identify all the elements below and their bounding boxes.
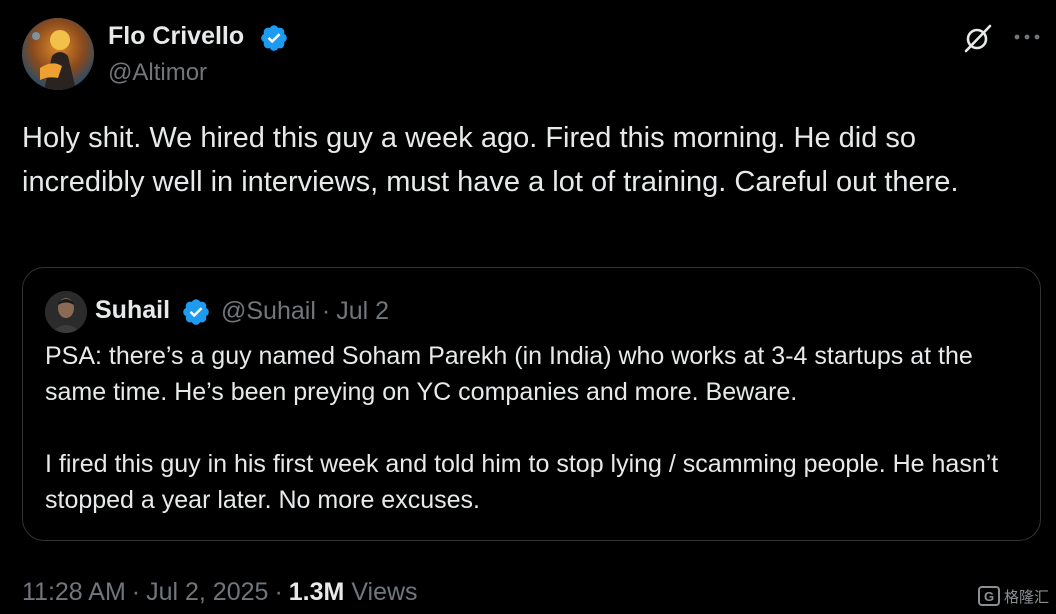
views-count[interactable]: 1.3M — [289, 578, 345, 606]
views-label: Views — [351, 578, 418, 606]
verified-badge-icon — [183, 299, 209, 325]
quoted-author-name[interactable]: Suhail — [95, 296, 170, 325]
tweet-footer: 11:28 AM · Jul 2, 2025 · 1.3M Views — [22, 578, 418, 607]
watermark: G 格隆汇 — [978, 584, 1050, 608]
quoted-tweet-meta: @Suhail · Jul 2 — [221, 297, 395, 326]
quoted-author-avatar-image — [45, 291, 87, 333]
quoted-tweet-text: PSA: there’s a guy named Soham Parekh (i… — [45, 338, 1025, 518]
quoted-author-handle[interactable]: @Suhail — [221, 297, 316, 325]
more-icon[interactable] — [1010, 22, 1044, 52]
tweet-view: Flo Crivello @Altimor Holy shit. We hire… — [0, 0, 1056, 614]
author-name[interactable]: Flo Crivello — [108, 22, 244, 51]
quoted-tweet-paragraph: I fired this guy in his first week and t… — [45, 450, 999, 514]
verified-badge-icon — [261, 25, 287, 51]
author-handle[interactable]: @Altimor — [108, 59, 207, 87]
tweet-time[interactable]: 11:28 AM — [22, 578, 126, 606]
meta-separator: · — [321, 297, 331, 325]
footer-separator: · — [131, 578, 141, 606]
quoted-author-avatar[interactable] — [45, 291, 87, 333]
quoted-tweet-card[interactable]: Suhail @Suhail · Jul 2 PSA: there’s a guy … — [22, 267, 1041, 541]
watermark-text: 格隆汇 — [1004, 588, 1050, 606]
tweet-text: Holy shit. We hired this guy a week ago.… — [22, 122, 959, 198]
quoted-tweet-paragraph: PSA: there’s a guy named Soham Parekh (i… — [45, 342, 973, 406]
grok-icon[interactable] — [962, 22, 994, 54]
author-avatar-image — [22, 18, 94, 90]
watermark-logo-icon: G — [978, 586, 1000, 606]
author-avatar[interactable] — [22, 18, 94, 90]
quoted-tweet-date[interactable]: Jul 2 — [336, 297, 389, 325]
tweet-date[interactable]: Jul 2, 2025 — [146, 578, 268, 606]
footer-separator: · — [274, 578, 283, 606]
